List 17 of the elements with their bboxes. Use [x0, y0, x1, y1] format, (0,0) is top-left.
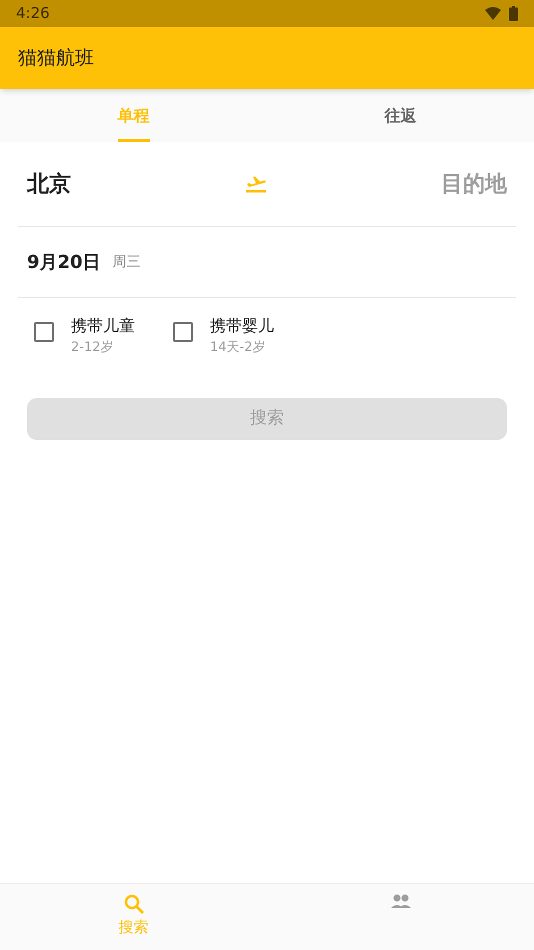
origin-city[interactable]: 北京	[27, 168, 71, 200]
search-icon	[124, 894, 144, 914]
option-label: 携带婴儿	[210, 315, 274, 337]
weekday-label: 周三	[112, 252, 141, 272]
age-range: 2-12岁	[71, 339, 115, 357]
checkbox[interactable]	[173, 322, 193, 342]
trip-type-tab[interactable]: 单程	[118, 89, 150, 142]
battery-icon	[509, 6, 518, 21]
destination-city[interactable]: 目的地	[441, 168, 507, 200]
trip-type-tab[interactable]: 往返	[384, 89, 416, 142]
app-title: 猫猫航班	[18, 46, 94, 71]
checkbox[interactable]	[34, 322, 54, 342]
option-label: 携带儿童	[71, 315, 135, 337]
departure-date[interactable]: 9月20日	[27, 248, 101, 276]
age-range: 14天-2岁	[210, 339, 267, 357]
status-time: 4:26	[16, 3, 50, 24]
wifi-icon	[485, 7, 501, 20]
